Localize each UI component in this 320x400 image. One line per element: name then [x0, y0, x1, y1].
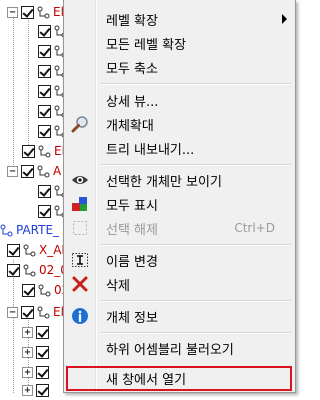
menu-item-label: 개체확대 — [106, 118, 154, 134]
menu-item-label: 새 창에서 열기 — [106, 373, 187, 388]
info-icon — [71, 307, 89, 325]
menu-separator — [100, 332, 291, 334]
menu-item-expand-level[interactable]: 레벨 확장 — [66, 7, 293, 31]
menu-item-collapse-all[interactable]: 모두 축소 — [66, 55, 293, 79]
tree-row[interactable]: + — [22, 342, 52, 362]
menu-item-deselect[interactable]: 선택 해제 Ctrl+D — [66, 216, 293, 240]
expand-toggle[interactable]: + — [22, 326, 33, 338]
menu-item-object-info[interactable]: 개체 정보 — [66, 304, 293, 328]
assembly-icon — [37, 6, 50, 18]
menu-separator — [100, 83, 291, 85]
visibility-checkbox[interactable] — [38, 124, 51, 138]
menu-item-load-subassembly[interactable]: 하위 어셈블리 불러오기 — [66, 336, 293, 360]
menu-separator — [100, 164, 291, 166]
menu-item-zoom-object[interactable]: 개체확대 — [66, 112, 293, 136]
expand-toggle[interactable]: + — [22, 384, 33, 396]
menu-item-detail-view[interactable]: 상세 뷰... — [66, 88, 293, 112]
tree-row[interactable]: − El — [7, 302, 64, 322]
visibility-checkbox[interactable] — [22, 144, 35, 158]
visibility-checkbox[interactable] — [38, 184, 51, 198]
assembly-icon — [37, 306, 50, 318]
visibility-checkbox[interactable] — [7, 243, 20, 257]
collapse-toggle[interactable]: − — [7, 6, 18, 18]
tree-row[interactable]: El — [22, 141, 65, 161]
tree-row[interactable]: 02_0 — [7, 260, 68, 280]
visibility-checkbox[interactable] — [38, 24, 51, 38]
menu-item-label: 이름 변경 — [106, 254, 158, 270]
collapse-toggle[interactable]: − — [7, 165, 18, 177]
delete-x-icon — [71, 275, 89, 293]
menu-separator — [100, 300, 291, 302]
tree-node-label[interactable]: A — [53, 164, 61, 178]
visibility-checkbox[interactable] — [36, 383, 49, 397]
submenu-arrow-icon — [282, 14, 287, 24]
part-icon — [23, 244, 36, 256]
visibility-checkbox[interactable] — [36, 325, 49, 339]
menu-item-show-selected-only[interactable]: 선택한 개체만 보이기 — [66, 168, 293, 192]
show-all-icon — [71, 195, 89, 213]
tree-row[interactable]: − A — [7, 161, 61, 181]
visibility-checkbox[interactable] — [38, 104, 51, 118]
tree-row[interactable]: + — [22, 362, 52, 382]
menu-item-shortcut: Ctrl+D — [234, 221, 275, 235]
menu-item-label: 개체 정보 — [106, 310, 158, 326]
menu-item-label: 삭제 — [106, 278, 130, 294]
menu-item-label: 모두 표시 — [106, 198, 158, 214]
menu-item-label: 트리 내보내기... — [106, 142, 195, 158]
menu-item-label: 선택 해제 — [106, 222, 158, 238]
visibility-checkbox[interactable] — [36, 345, 49, 359]
context-menu: 레벨 확장 모든 레벨 확장 모두 축소 상세 뷰... 개체확대 트리 내보내… — [63, 0, 296, 393]
visibility-checkbox[interactable] — [36, 365, 49, 379]
menu-item-label: 선택한 개체만 보이기 — [106, 174, 222, 190]
expand-toggle[interactable]: + — [22, 366, 33, 378]
rename-icon — [71, 251, 89, 269]
visibility-checkbox[interactable] — [22, 283, 35, 297]
menu-item-label: 상세 뷰... — [106, 94, 159, 110]
part-icon — [23, 264, 36, 276]
assembly-icon — [0, 224, 13, 236]
menu-item-export-tree[interactable]: 트리 내보내기... — [66, 136, 293, 160]
menu-item-delete[interactable]: 삭제 — [66, 272, 293, 296]
assembly-icon — [38, 145, 51, 157]
tree-row[interactable]: − El — [7, 2, 64, 22]
collapse-toggle[interactable]: − — [7, 306, 18, 318]
tree-row[interactable]: + — [22, 380, 52, 400]
magnifier-icon — [71, 115, 89, 133]
menu-item-label: 레벨 확장 — [106, 13, 158, 29]
visibility-checkbox[interactable] — [38, 64, 51, 78]
visibility-checkbox[interactable] — [7, 263, 20, 277]
menu-item-rename[interactable]: 이름 변경 — [66, 248, 293, 272]
part-icon — [38, 284, 51, 296]
menu-item-label: 모든 레벨 확장 — [106, 37, 187, 53]
eye-icon — [71, 171, 89, 189]
tree-row[interactable]: PARTE_ — [0, 220, 59, 240]
deselect-icon — [71, 219, 89, 237]
tree-node-label[interactable]: PARTE_ — [16, 223, 59, 237]
visibility-checkbox[interactable] — [21, 164, 34, 178]
visibility-checkbox[interactable] — [21, 305, 34, 319]
menu-item-expand-all-levels[interactable]: 모든 레벨 확장 — [66, 31, 293, 55]
expand-toggle[interactable]: + — [22, 346, 33, 358]
assembly-icon — [37, 165, 50, 177]
menu-item-label: 하위 어셈블리 불러오기 — [106, 342, 234, 358]
menu-item-open-in-new-window[interactable]: 새 창에서 열기 — [66, 366, 292, 391]
menu-item-show-all[interactable]: 모두 표시 — [66, 192, 293, 216]
menu-separator — [100, 244, 291, 246]
visibility-checkbox[interactable] — [21, 5, 34, 19]
tree-row[interactable]: + — [22, 322, 52, 342]
visibility-checkbox[interactable] — [38, 84, 51, 98]
menu-item-label: 모두 축소 — [106, 61, 158, 77]
tree-row[interactable]: X_AD — [7, 240, 71, 260]
visibility-checkbox[interactable] — [38, 44, 51, 58]
visibility-checkbox[interactable] — [38, 204, 51, 218]
